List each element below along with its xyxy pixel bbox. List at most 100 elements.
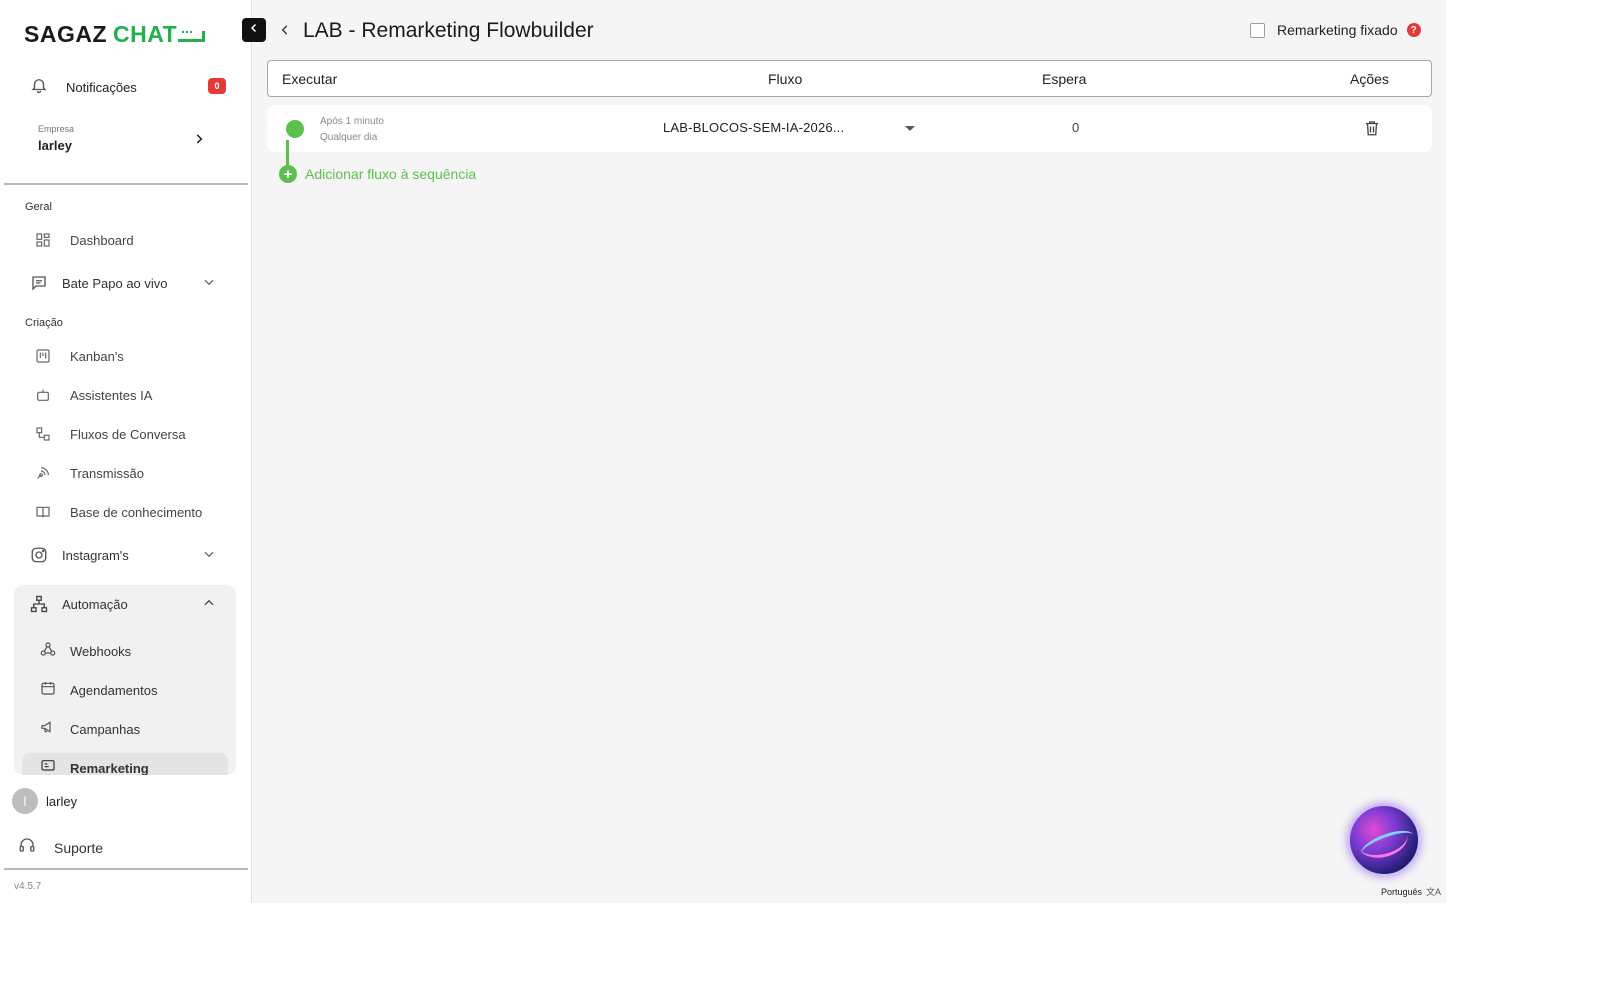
chevron-left-icon	[248, 21, 260, 39]
flow-select[interactable]: LAB-BLOCOS-SEM-IA-2026...	[663, 119, 923, 139]
megaphone-icon	[40, 719, 56, 740]
sidebar-item-label: Bate Papo ao vivo	[62, 275, 168, 291]
logo-chat-icon	[178, 20, 206, 44]
sidebar-item-dashboard[interactable]: Dashboard	[34, 228, 230, 252]
chevron-right-icon	[192, 132, 206, 151]
remarketing-fixed-label: Remarketing fixado	[1277, 22, 1398, 38]
help-icon[interactable]: ?	[1406, 23, 1421, 37]
page-title: LAB - Remarketing Flowbuilder	[303, 19, 594, 42]
app-version: v4.5.7	[14, 881, 42, 892]
sidebar: SAGAZ CHAT Notificações 0 Empresa larley…	[0, 0, 252, 903]
language-label: Português	[1381, 886, 1423, 897]
company-caption: Empresa	[38, 124, 75, 134]
webhook-icon	[40, 641, 56, 662]
book-icon	[34, 503, 52, 521]
sidebar-item-label: Dashboard	[70, 232, 134, 248]
sidebar-item-base-conhecimento[interactable]: Base de conhecimento	[34, 500, 230, 524]
sidebar-item-label: Agendamentos	[70, 682, 158, 698]
chevron-down-icon	[202, 275, 216, 294]
sidebar-divider	[4, 868, 248, 870]
sidebar-item-transmissao[interactable]: Transmissão	[34, 461, 230, 485]
user-name: larley	[46, 793, 78, 809]
sidebar-item-kanban[interactable]: Kanban's	[34, 344, 230, 368]
sidebar-item-remarketing[interactable]: Remarketing	[22, 753, 228, 775]
column-header-espera: Espera	[1042, 71, 1087, 87]
chevron-down-icon	[202, 547, 216, 566]
company-name: larley	[38, 138, 72, 153]
sidebar-item-fluxos[interactable]: Fluxos de Conversa	[34, 422, 230, 446]
calendar-icon	[40, 680, 56, 701]
wait-value: 0	[1072, 120, 1080, 135]
column-header-acoes: Ações	[1350, 71, 1389, 87]
step-dot	[286, 120, 304, 138]
broadcast-icon	[34, 464, 52, 482]
remarketing-fixed-toggle: Remarketing fixado ?	[1250, 22, 1421, 38]
sidebar-item-assistentes[interactable]: Assistentes IA	[34, 383, 230, 407]
support-label: Suporte	[54, 839, 104, 856]
table-header: Executar Fluxo Espera Ações	[267, 60, 1432, 97]
chevron-left-icon	[278, 23, 292, 42]
sidebar-item-label: Kanban's	[70, 348, 124, 364]
sidebar-item-label: Base de conhecimento	[70, 504, 203, 520]
logo-text-sagaz: SAGAZ	[24, 20, 107, 47]
sidebar-item-remarketing-inner: Remarketing	[40, 756, 220, 775]
notifications-label: Notificações	[66, 79, 137, 95]
add-flow-button[interactable]: + Adicionar fluxo à sequência	[279, 165, 476, 183]
schedule-delay: Após 1 minuto	[320, 116, 384, 127]
sidebar-item-label: Assistentes IA	[70, 387, 153, 403]
sidebar-item-automacao[interactable]: Automação	[30, 592, 226, 616]
add-flow-label: Adicionar fluxo à sequência	[305, 166, 477, 182]
network-icon	[30, 595, 48, 613]
sidebar-item-label: Fluxos de Conversa	[70, 426, 186, 442]
schedule-day: Qualquer dia	[320, 132, 378, 143]
avatar: l	[12, 788, 38, 814]
collapse-sidebar-button[interactable]	[242, 18, 266, 42]
sidebar-divider	[4, 183, 248, 185]
sidebar-item-label: Automação	[62, 596, 128, 612]
headset-icon	[18, 836, 36, 859]
instagram-icon	[30, 546, 48, 564]
sidebar-item-agendamentos[interactable]: Agendamentos	[40, 678, 220, 702]
column-header-fluxo: Fluxo	[768, 71, 803, 87]
sidebar-item-campanhas[interactable]: Campanhas	[40, 717, 220, 741]
caret-down-icon	[905, 126, 915, 131]
logo-text-chat: CHAT	[113, 20, 178, 47]
kanban-icon	[34, 347, 52, 365]
column-header-executar: Executar	[282, 71, 338, 87]
back-button[interactable]	[276, 23, 294, 41]
language-selector[interactable]: Português 文A	[1381, 885, 1441, 898]
notifications-count-badge: 0	[208, 78, 226, 94]
notifications-item[interactable]: Notificações 0	[30, 74, 226, 100]
sidebar-item-bate-papo[interactable]: Bate Papo ao vivo	[30, 271, 226, 295]
robot-icon	[34, 386, 52, 404]
brand-logo: SAGAZ CHAT	[24, 20, 206, 48]
chat-icon	[30, 274, 48, 292]
sidebar-item-label: Webhooks	[70, 643, 132, 659]
user-profile[interactable]: l larley	[12, 788, 77, 814]
sidebar-item-label: Transmissão	[70, 465, 144, 481]
bell-icon	[30, 76, 48, 99]
sidebar-item-instagram[interactable]: Instagram's	[30, 543, 226, 567]
remarketing-icon	[40, 758, 56, 776]
sidebar-item-label: Campanhas	[70, 721, 141, 737]
section-title-geral: Geral	[25, 201, 52, 213]
remarketing-fixed-checkbox[interactable]	[1250, 22, 1265, 38]
company-selector[interactable]: Empresa larley	[38, 124, 218, 160]
sidebar-item-label: Remarketing	[70, 760, 149, 776]
support-link[interactable]: Suporte	[18, 836, 103, 859]
table-row: Após 1 minuto Qualquer dia LAB-BLOCOS-SE…	[267, 105, 1432, 152]
automacao-group: Automação Webhooks Agendamentos Campanha…	[14, 585, 236, 775]
translate-icon: 文A	[1426, 887, 1442, 897]
flow-select-value: LAB-BLOCOS-SEM-IA-2026...	[663, 120, 845, 135]
main-content: LAB - Remarketing Flowbuilder Remarketin…	[253, 0, 1446, 903]
chevron-up-icon	[202, 596, 216, 615]
grid-icon	[34, 231, 52, 249]
section-title-criacao: Criação	[25, 317, 63, 329]
sidebar-item-label: Instagram's	[62, 547, 129, 563]
flow-icon	[34, 425, 52, 443]
trash-icon[interactable]	[1363, 118, 1381, 143]
app-window: SAGAZ CHAT Notificações 0 Empresa larley…	[0, 0, 1446, 903]
sidebar-item-webhooks[interactable]: Webhooks	[40, 639, 220, 663]
plus-icon: +	[279, 165, 297, 183]
ai-assistant-orb[interactable]	[1348, 804, 1420, 876]
